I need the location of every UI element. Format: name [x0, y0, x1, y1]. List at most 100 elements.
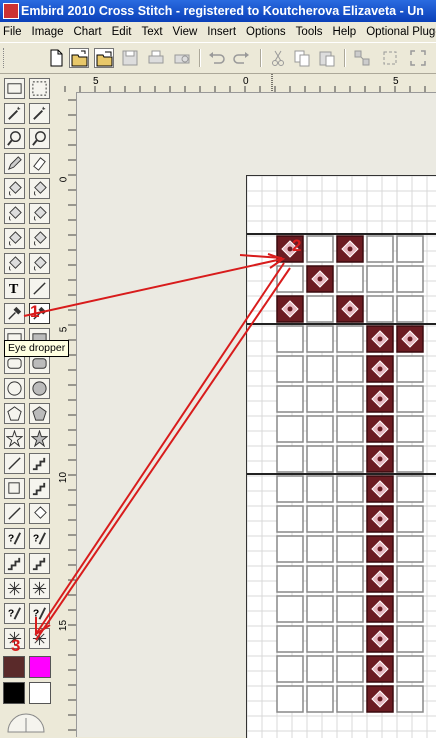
fit-to-window-button[interactable] — [380, 48, 400, 68]
zoom-1-tool-button[interactable] — [4, 128, 25, 149]
stitch-dot — [377, 606, 383, 612]
question-burst-2-tool-button[interactable] — [29, 628, 50, 649]
main-toolbar — [0, 42, 436, 74]
brush-tool-button[interactable] — [29, 203, 50, 224]
empty-cell — [366, 295, 394, 323]
redo-button[interactable] — [232, 48, 252, 68]
question-stair-tool-button[interactable] — [4, 553, 25, 574]
menu-view[interactable]: View — [168, 22, 203, 42]
stair-icon — [32, 457, 46, 471]
backstitch-line-icon — [8, 457, 21, 470]
empty-cell — [336, 595, 364, 623]
print-preview-button[interactable] — [172, 48, 192, 68]
polygon-tool-button[interactable] — [4, 403, 25, 424]
stair-2-tool-button[interactable] — [29, 478, 50, 499]
backstitch-line-tool-button[interactable] — [4, 453, 25, 474]
vertical-ruler: 0 5 10 15 — [56, 92, 77, 737]
line-icon — [33, 282, 46, 295]
menu-insert[interactable]: Insert — [202, 22, 241, 42]
menu-edit[interactable]: Edit — [107, 22, 137, 42]
pencil-tool-button[interactable] — [4, 153, 25, 174]
eye-dropper-tool-button[interactable] — [4, 303, 25, 324]
print-button[interactable] — [146, 48, 166, 68]
question-stair-2-tool-button[interactable] — [29, 553, 50, 574]
window-title: Embird 2010 Cross Stitch - registered to… — [21, 4, 424, 18]
filled-ellipse-tool-button[interactable] — [29, 378, 50, 399]
black-color-swatch[interactable] — [3, 682, 25, 704]
empty-cell — [306, 415, 334, 443]
background-color-swatch[interactable] — [29, 656, 51, 678]
rect-select-tool-button[interactable] — [4, 78, 25, 99]
arrange-button[interactable] — [352, 48, 372, 68]
empty-cell — [306, 385, 334, 413]
spray-tool-button[interactable] — [4, 203, 25, 224]
zoom-tool-button[interactable] — [29, 128, 50, 149]
bucket-alt-icon — [33, 231, 47, 246]
filled-polygon-tool-button[interactable] — [29, 403, 50, 424]
annotation-label: 3 — [11, 636, 21, 655]
brush-size-dial-icon[interactable] — [6, 708, 46, 734]
save-button[interactable] — [120, 48, 140, 68]
menu-help[interactable]: Help — [328, 22, 362, 42]
magic-wand-icon — [8, 106, 21, 120]
menu-optional-plugins[interactable]: Optional Plug- — [361, 22, 436, 42]
star-burst-tool-button[interactable] — [4, 578, 25, 599]
cross-stitch-chart[interactable] — [246, 175, 436, 738]
stitch-grid[interactable] — [247, 176, 436, 738]
star-burst-2-tool-button[interactable] — [29, 578, 50, 599]
question-stair-2-icon — [32, 557, 46, 571]
copy-button[interactable] — [292, 48, 312, 68]
question-line-tool-button[interactable]: ? — [4, 528, 25, 549]
eraser-tool-button[interactable] — [29, 153, 50, 174]
magic-wand-plus-tool-button[interactable] — [29, 103, 50, 124]
question-knot-tool-button[interactable]: ? — [4, 603, 25, 624]
empty-cell — [306, 625, 334, 653]
menu-file[interactable]: File — [0, 22, 27, 42]
paste-button[interactable] — [317, 48, 337, 68]
svg-text:?: ? — [33, 608, 39, 619]
no-fill-tool-button[interactable] — [29, 178, 50, 199]
question-knot-2-icon: ? — [33, 607, 47, 620]
bucket-alt-tool-button[interactable] — [29, 228, 50, 249]
svg-text:?: ? — [8, 608, 14, 619]
backstitch-line-2-tool-button[interactable] — [4, 478, 25, 499]
open-file-button[interactable] — [69, 48, 89, 68]
magic-wand-tool-button[interactable] — [4, 103, 25, 124]
bead-tool-button[interactable] — [29, 503, 50, 524]
stair-tool-button[interactable] — [29, 453, 50, 474]
bucket-3-tool-button[interactable] — [29, 253, 50, 274]
menu-image[interactable]: Image — [27, 22, 69, 42]
toolbar-grip[interactable] — [3, 48, 7, 68]
menu-options[interactable]: Options — [241, 22, 291, 42]
knot-line-tool-button[interactable] — [4, 503, 25, 524]
fill-tool-button[interactable] — [4, 178, 25, 199]
zoom-extents-button[interactable] — [408, 48, 428, 68]
undo-button[interactable] — [206, 48, 226, 68]
bucket-tool-button[interactable] — [4, 228, 25, 249]
text-tool-button[interactable]: T — [4, 278, 25, 299]
empty-cell — [336, 415, 364, 443]
filled-star-tool-button[interactable] — [29, 428, 50, 449]
empty-cell — [276, 475, 304, 503]
lasso-select-tool-button[interactable] — [29, 78, 50, 99]
question-knot-2-tool-button[interactable]: ? — [29, 603, 50, 624]
empty-cell — [276, 415, 304, 443]
menu-text[interactable]: Text — [136, 22, 167, 42]
stitch-dot — [377, 636, 383, 642]
question-line-2-tool-button[interactable]: ? — [29, 528, 50, 549]
menu-tools[interactable]: Tools — [291, 22, 328, 42]
star-tool-button[interactable] — [4, 428, 25, 449]
menu-chart[interactable]: Chart — [69, 22, 107, 42]
ellipse-tool-button[interactable] — [4, 378, 25, 399]
star-burst-icon — [7, 581, 22, 596]
empty-cell — [306, 595, 334, 623]
white-color-swatch[interactable] — [29, 682, 51, 704]
open-design-button[interactable] — [94, 48, 114, 68]
foreground-color-swatch[interactable] — [3, 656, 25, 678]
bucket-2-tool-button[interactable] — [4, 253, 25, 274]
line-tool-button[interactable] — [29, 278, 50, 299]
new-file-button[interactable] — [46, 48, 66, 68]
filled-ellipse-icon — [32, 381, 47, 396]
empty-cell — [276, 445, 304, 473]
cut-button[interactable] — [268, 48, 288, 68]
